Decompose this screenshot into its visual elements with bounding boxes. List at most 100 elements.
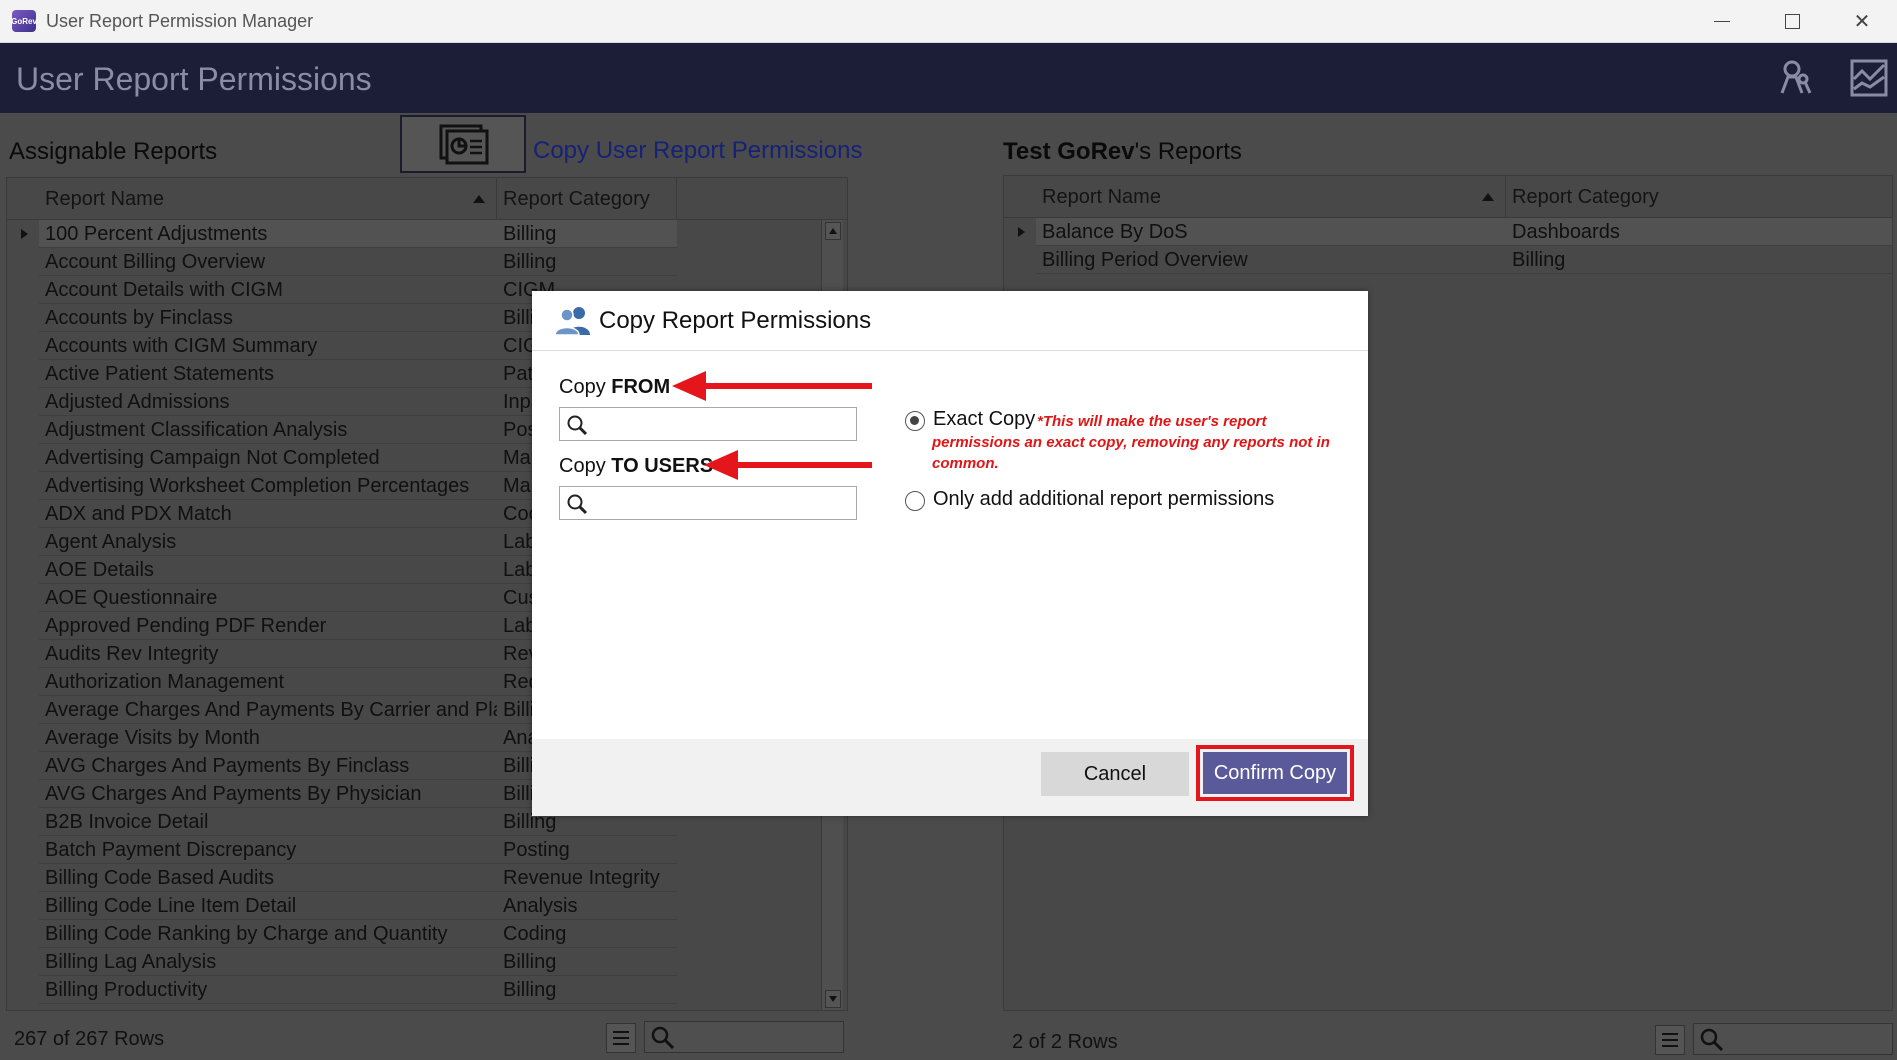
report-category-cell: Revenue Integrity: [497, 864, 677, 892]
report-name-cell: Average Visits by Month: [39, 724, 497, 752]
search-icon: [567, 494, 588, 515]
report-category-cell: Analysis: [497, 892, 677, 920]
minimize-button[interactable]: [1687, 0, 1757, 43]
search-icon: [1700, 1028, 1724, 1052]
scroll-down-button[interactable]: [825, 990, 841, 1008]
window-controls: ✕: [1687, 0, 1897, 43]
right-row-count: 2 of 2 Rows: [1012, 1031, 1118, 1053]
column-report-category[interactable]: Report Category: [497, 178, 677, 220]
report-category-cell: Billing: [497, 220, 677, 248]
report-name-cell: ADX and PDX Match: [39, 500, 497, 528]
exact-copy-option[interactable]: Exact Copy: [905, 408, 1035, 431]
sort-ascending-icon: [473, 195, 485, 203]
user-key-icon[interactable]: [1776, 57, 1818, 99]
maximize-icon: [1784, 14, 1800, 29]
report-name-cell: Billing Code Line Item Detail: [39, 892, 497, 920]
right-column-chooser-button[interactable]: [1655, 1025, 1685, 1055]
copy-from-prefix: Copy: [559, 376, 612, 398]
exact-copy-note-line-1: *This will make the user's report: [1037, 413, 1267, 430]
add-only-option[interactable]: Only add additional report permissions: [905, 488, 1274, 511]
report-category-cell: Posting: [497, 836, 677, 864]
column-report-category[interactable]: Report Category: [1506, 176, 1892, 218]
report-name-cell: Agent Analysis: [39, 528, 497, 556]
table-row[interactable]: Billing Productivity Billing: [7, 976, 847, 1004]
scroll-up-button[interactable]: [825, 222, 841, 240]
table-row[interactable]: Billing Period Overview Billing: [1004, 246, 1892, 274]
selected-user-name: Test GoRev: [1003, 138, 1135, 165]
report-category-cell: Billing: [1506, 246, 1892, 274]
report-chart-icon[interactable]: [1848, 57, 1890, 99]
report-name-cell: Accounts with CIGM Summary: [39, 332, 497, 360]
close-icon: ✕: [1853, 11, 1871, 33]
copy-to-users-search-field[interactable]: [559, 486, 857, 520]
report-name-cell: Billing Code Ranking by Charge and Quant…: [39, 920, 497, 948]
copy-to-label: Copy TO USERS: [559, 455, 713, 478]
report-name-cell: AOE Questionnaire: [39, 584, 497, 612]
current-row-indicator-icon: [1018, 227, 1025, 237]
left-column-chooser-button[interactable]: [606, 1023, 636, 1053]
table-row[interactable]: 100 Percent Adjustments Billing: [7, 220, 847, 248]
column-report-name[interactable]: Report Name: [1036, 176, 1506, 218]
dialog-header: Copy Report Permissions: [532, 291, 1368, 351]
report-name-cell: AVG Charges And Payments By Finclass: [39, 752, 497, 780]
report-name-cell: 100 Percent Adjustments: [39, 220, 497, 248]
table-row[interactable]: Balance By DoS Dashboards: [1004, 218, 1892, 246]
report-category-cell: Billing: [497, 976, 677, 1004]
exact-copy-radio[interactable]: [905, 411, 925, 431]
copy-to-prefix: Copy: [559, 455, 612, 477]
table-row[interactable]: Billing Code Ranking by Charge and Quant…: [7, 920, 847, 948]
report-name-cell: Billing Code Based Audits: [39, 864, 497, 892]
report-category-cell: Dashboards: [1506, 218, 1892, 246]
right-filter-search[interactable]: [1693, 1023, 1893, 1055]
sort-ascending-icon: [1482, 193, 1494, 201]
column-report-name[interactable]: Report Name: [39, 178, 497, 220]
copy-permissions-button[interactable]: [400, 115, 526, 173]
table-row[interactable]: Billing Code Line Item Detail Analysis: [7, 892, 847, 920]
close-window-button[interactable]: ✕: [1827, 0, 1897, 43]
copy-from-bold: FROM: [611, 376, 671, 398]
copy-to-users-input[interactable]: [592, 488, 854, 518]
report-name-cell: Approved Pending PDF Render: [39, 612, 497, 640]
left-row-count: 267 of 267 Rows: [14, 1028, 165, 1050]
report-name-cell: B2B Invoice Detail: [39, 808, 497, 836]
report-category-cell: Coding: [497, 920, 677, 948]
dialog-title: Copy Report Permissions: [599, 307, 872, 334]
table-row[interactable]: Billing Code Based Audits Revenue Integri…: [7, 864, 847, 892]
confirm-copy-button[interactable]: Confirm Copy: [1203, 752, 1347, 794]
user-reports-suffix: 's Reports: [1134, 138, 1242, 165]
assignable-reports-title: Assignable Reports: [9, 138, 218, 165]
table-row[interactable]: Billing Lag Analysis Billing: [7, 948, 847, 976]
report-name-cell: Batch Payment Discrepancy: [39, 836, 497, 864]
report-name-cell: Billing Period Overview: [1036, 246, 1506, 274]
report-name-cell: Adjusted Admissions: [39, 388, 497, 416]
report-name-cell: Authorization Management: [39, 668, 497, 696]
window-titlebar: GoRev User Report Permission Manager ✕: [0, 0, 1897, 43]
exact-copy-label: Exact Copy: [933, 408, 1036, 430]
report-name-cell: Accounts by Finclass: [39, 304, 497, 332]
user-reports-title: Test GoRev's Reports: [1003, 138, 1242, 166]
report-name-cell: Billing Lag Analysis: [39, 948, 497, 976]
copy-report-icon: [439, 124, 489, 165]
cancel-button[interactable]: Cancel: [1041, 752, 1189, 796]
report-name-cell: Billing Productivity: [39, 976, 497, 1004]
table-row[interactable]: Batch Payment Discrepancy Posting: [7, 836, 847, 864]
dialog-footer: Cancel Confirm Copy: [532, 739, 1368, 816]
exact-copy-note-line-2: permissions an exact copy, removing any …: [932, 434, 1330, 451]
copy-report-permissions-dialog: Copy Report Permissions Copy FROM Copy T…: [532, 291, 1368, 816]
app-header: User Report Permissions: [0, 43, 1897, 113]
users-icon: [555, 307, 590, 335]
report-name-cell: Balance By DoS: [1036, 218, 1506, 246]
copy-from-search-field[interactable]: [559, 407, 857, 441]
maximize-button[interactable]: [1757, 0, 1827, 43]
copy-user-report-permissions-link[interactable]: Copy User Report Permissions: [533, 137, 862, 165]
report-name-cell: Advertising Campaign Not Completed: [39, 444, 497, 472]
search-icon: [651, 1026, 675, 1050]
copy-from-input[interactable]: [592, 409, 854, 439]
report-name-cell: AVG Charges And Payments By Physician: [39, 780, 497, 808]
table-row[interactable]: Account Billing Overview Billing: [7, 248, 847, 276]
copy-from-label: Copy FROM: [559, 376, 670, 399]
report-name-cell: Advertising Worksheet Completion Percent…: [39, 472, 497, 500]
page-title: User Report Permissions: [16, 61, 372, 97]
add-only-radio[interactable]: [905, 491, 925, 511]
left-filter-search[interactable]: [644, 1021, 844, 1053]
